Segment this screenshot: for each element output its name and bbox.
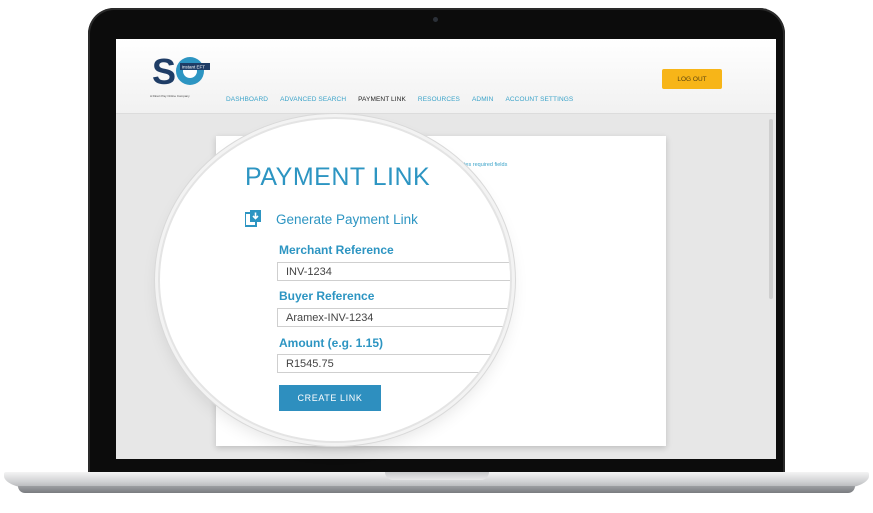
buyer-reference-label: Buyer Reference [279,289,375,303]
laptop-base-lip [18,486,855,493]
nav-admin[interactable]: ADMIN [472,96,493,103]
page-title: PAYMENT LINK [245,163,431,191]
site-header: S instant EFT A Direct Pay Online Compan… [116,39,776,114]
logo-badge: instant EFT [182,65,205,70]
nav-dashboard[interactable]: DASHBOARD [226,96,268,103]
si-logo-icon: S instant EFT [152,51,210,91]
buyer-reference-input[interactable] [277,308,510,327]
section-title: Generate Payment Link [276,212,418,227]
scrollbar[interactable] [769,119,773,299]
create-link-button[interactable]: CREATE LINK [279,385,381,411]
logout-button[interactable]: LOG OUT [662,69,722,89]
magnifier-lens: PAYMENT LINK Generate Payment Link Merch… [160,119,510,441]
svg-text:S: S [152,51,176,91]
nav-payment-link[interactable]: PAYMENT LINK [358,96,406,103]
nav-advanced-search[interactable]: ADVANCED SEARCH [280,96,346,103]
logo-tagline: A Direct Pay Online Company [150,94,190,98]
nav-account-settings[interactable]: ACCOUNT SETTINGS [505,96,573,103]
camera-icon [433,17,438,22]
merchant-reference-input[interactable] [277,262,510,281]
link-icon [245,210,261,227]
nav-resources[interactable]: RESOURCES [418,96,460,103]
amount-label: Amount (e.g. 1.15) [279,336,384,350]
main-nav: DASHBOARD ADVANCED SEARCH PAYMENT LINK R… [226,96,585,103]
laptop-notch [385,472,489,480]
merchant-reference-label: Merchant Reference [279,243,394,257]
amount-input[interactable] [277,354,510,373]
